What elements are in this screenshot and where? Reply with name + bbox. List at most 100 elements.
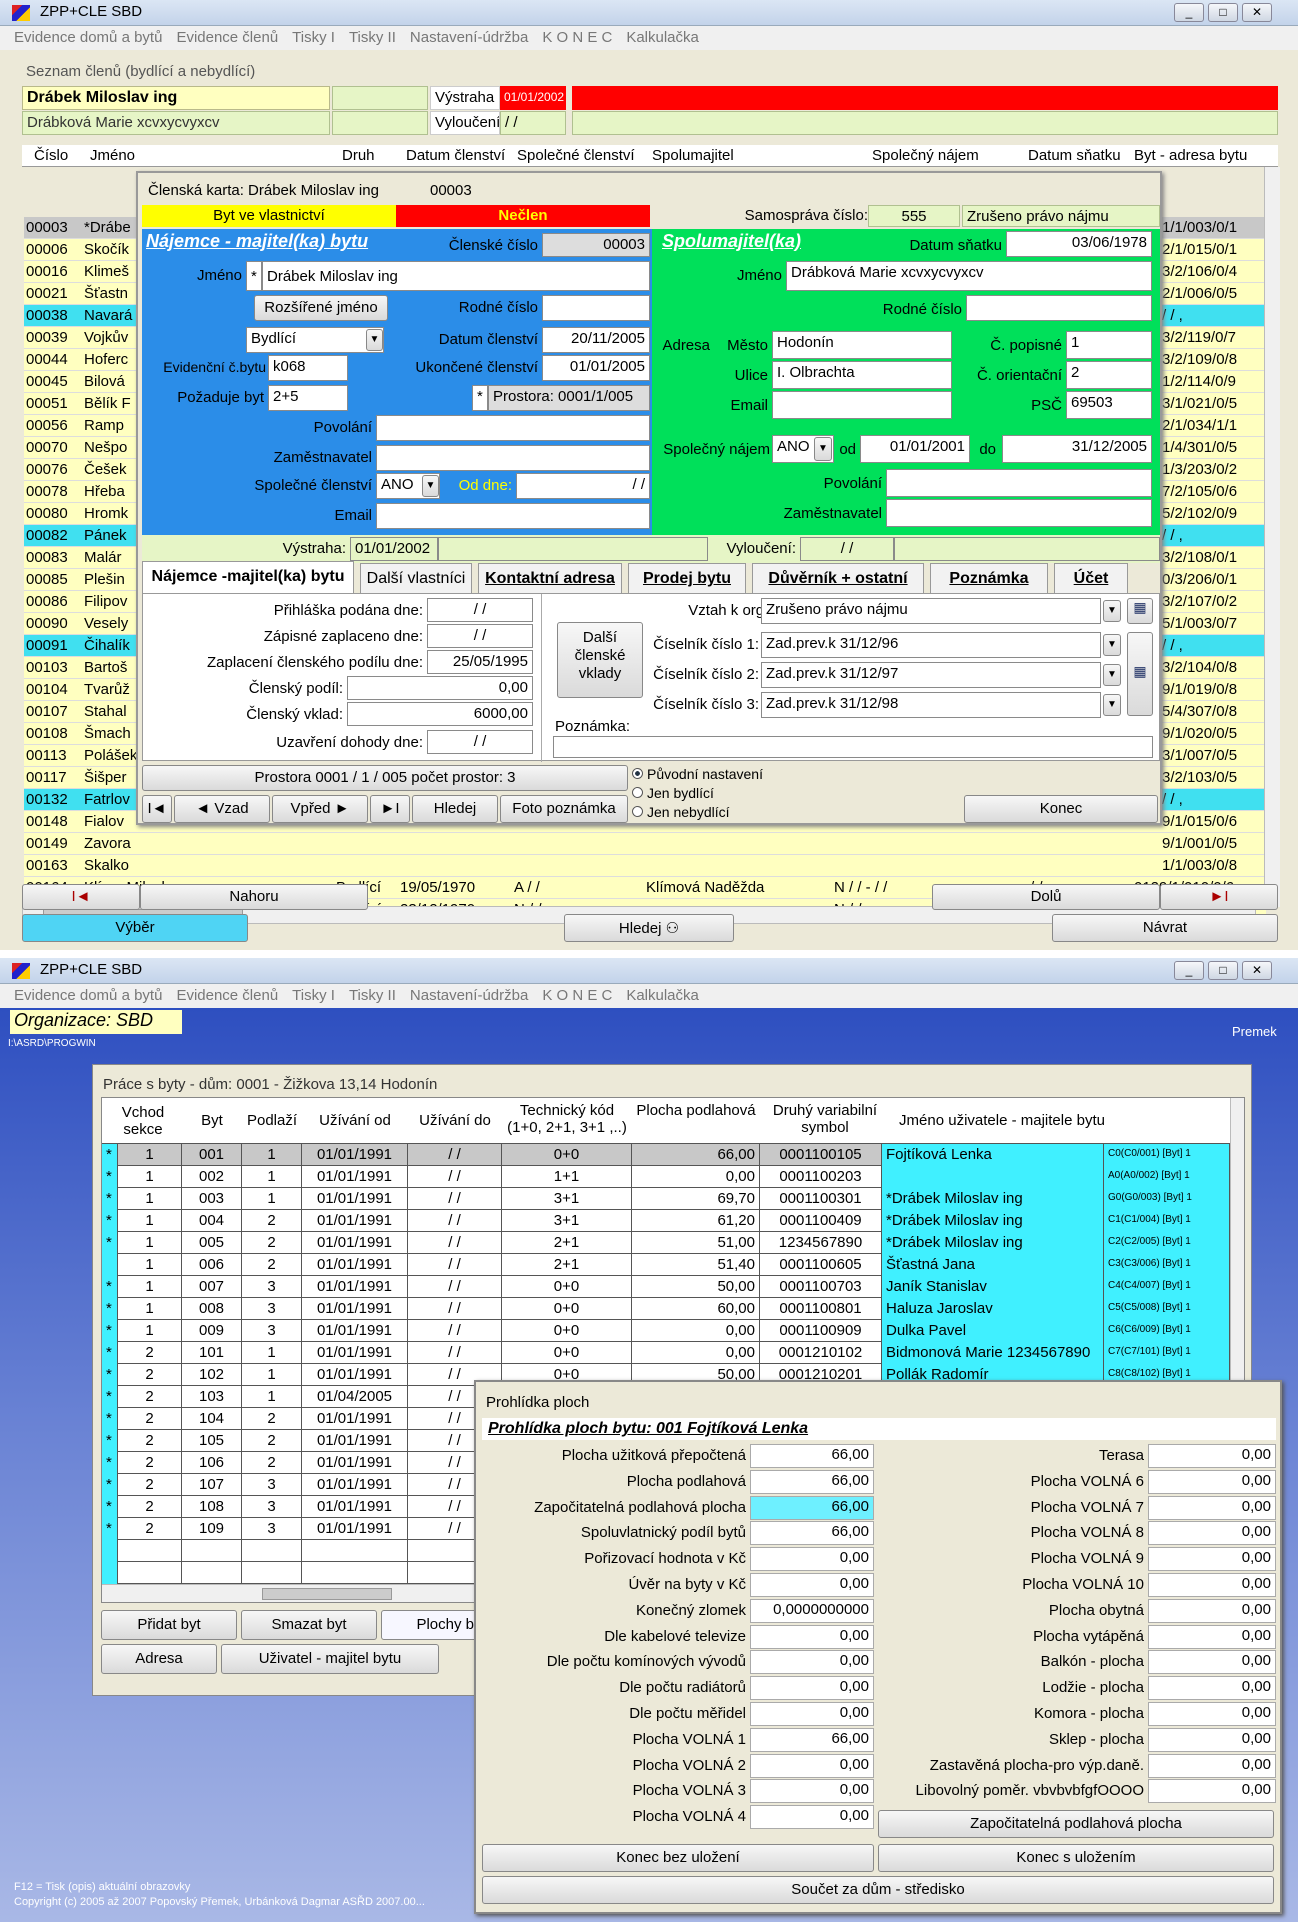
adresa-button[interactable]: Adresa	[101, 1644, 217, 1674]
menu-item[interactable]: K O N E C	[542, 29, 612, 46]
col-plocha[interactable]: Plocha podlahová	[632, 1102, 760, 1119]
radio-puvodni[interactable]: Původní nastavení	[632, 765, 778, 784]
mesto-field[interactable]: Hodonín	[772, 331, 952, 359]
plocha-value[interactable]: 0,00	[1148, 1444, 1276, 1468]
list-row[interactable]: 00163 Skalko 1/1/003/0/8	[24, 855, 1266, 877]
col-kod[interactable]: Technický kód (1+0, 2+1, 3+1 ,..)	[502, 1102, 632, 1136]
first-record-button[interactable]: I◄	[22, 884, 140, 910]
col-jmeno[interactable]: Jméno uživatele - majitele bytu	[882, 1112, 1122, 1129]
close-button[interactable]: ✕	[1242, 3, 1272, 22]
smazat-byt-button[interactable]: Smazat byt	[241, 1610, 377, 1640]
do-field[interactable]: 31/12/2005	[1002, 435, 1152, 463]
byty-row[interactable]: 1 006 2 01/01/1991 / /2+1 51,40 0001100605 Šťa…	[102, 1254, 1230, 1276]
menu-item[interactable]: Tisky II	[349, 29, 396, 46]
menu-item[interactable]: Tisky II	[349, 987, 396, 1004]
plocha-value[interactable]: 66,00	[750, 1521, 874, 1546]
povolani-field[interactable]	[376, 415, 650, 441]
psc-field[interactable]: 69503	[1066, 391, 1152, 419]
plocha-value[interactable]: 0,00	[1148, 1469, 1276, 1494]
tab-ucet[interactable]: Účet	[1054, 563, 1128, 595]
vztah-select[interactable]: Zrušeno právo nájmu	[761, 598, 1101, 624]
tab-duvernik[interactable]: Důvěrník + ostatní	[752, 563, 924, 595]
radio-jen-nebydlici[interactable]: Jen nebydlící	[632, 803, 778, 822]
tab-prodej-bytu[interactable]: Prodej bytu	[628, 563, 746, 595]
zapocitatelna-button[interactable]: Započitatelná podlahová plocha	[878, 1810, 1274, 1838]
plocha-value[interactable]: 0,00	[750, 1573, 874, 1597]
email-field[interactable]	[376, 503, 650, 529]
scroll-thumb[interactable]	[262, 1588, 392, 1600]
r-email-field[interactable]	[772, 391, 952, 419]
calendar-icon[interactable]: ▦	[1127, 632, 1153, 716]
jmeno-field[interactable]: Drábek Miloslav ing	[262, 261, 650, 291]
hledej-button[interactable]: Hledej ⚇	[564, 914, 734, 942]
nahoru-button[interactable]: Nahoru	[140, 884, 368, 910]
chevron-down-icon[interactable]: ▼	[1103, 664, 1121, 686]
tab-poznamka[interactable]: Poznámka	[930, 563, 1048, 595]
vyber-button[interactable]: Výběr	[22, 914, 248, 942]
plocha-value[interactable]: 0,00	[1148, 1495, 1276, 1520]
plocha-value[interactable]: 0,00	[750, 1702, 874, 1726]
chevron-down-icon[interactable]: ▼	[422, 475, 439, 497]
r-zamestnavatel-field[interactable]	[886, 499, 1152, 527]
od-dne-field[interactable]: / /	[516, 473, 650, 499]
plocha-value[interactable]: 0,00	[750, 1805, 874, 1830]
col-header[interactable]: Číslo	[34, 147, 68, 164]
plocha-value[interactable]: 0,0000000000	[750, 1598, 874, 1623]
uzavreni-field[interactable]: / /	[427, 730, 533, 754]
calendar-icon[interactable]: ▦	[1127, 598, 1153, 624]
menu-item[interactable]: Kalkulačka	[626, 29, 699, 46]
close-button[interactable]: ✕	[1242, 961, 1272, 980]
uzivatel-button[interactable]: Uživatel - majitel bytu	[221, 1644, 439, 1674]
konec-s-ulozenim-button[interactable]: Konec s uložením	[878, 1844, 1274, 1872]
plocha-value[interactable]: 66,00	[750, 1727, 874, 1752]
r-rodne-field[interactable]	[966, 295, 1152, 321]
menu-item[interactable]: Tisky I	[292, 987, 335, 1004]
plocha-value[interactable]: 0,00	[1148, 1727, 1276, 1752]
menu-item[interactable]: Evidence členů	[176, 29, 278, 46]
menu-item[interactable]: Nastavení-údržba	[410, 987, 528, 1004]
col-vs[interactable]: Druhý variabilní symbol	[760, 1102, 890, 1136]
prihlaska-field[interactable]: / /	[427, 598, 533, 622]
chevron-down-icon[interactable]: ▼	[1103, 600, 1121, 622]
byty-row[interactable]: * 1 002 1 01/01/1991 / /1+1 0,00 0001100203 A0(…	[102, 1166, 1230, 1188]
clenske-cislo-field[interactable]: 00003	[542, 233, 650, 257]
ulice-field[interactable]: I. Olbrachta	[772, 361, 952, 389]
tab-najemce[interactable]: Nájemce -majitel(ka) bytu	[142, 561, 354, 593]
nav-vzad-button[interactable]: ◄ Vzad	[174, 795, 270, 823]
minimize-button[interactable]: _	[1174, 3, 1204, 22]
popisne-field[interactable]: 1	[1066, 331, 1152, 359]
chevron-down-icon[interactable]: ▼	[1103, 634, 1121, 656]
nav-last-button[interactable]: ►I	[370, 795, 410, 823]
plocha-value[interactable]: 0,00	[1148, 1702, 1276, 1726]
chevron-down-icon[interactable]: ▼	[1103, 694, 1121, 716]
zamestnavatel-field[interactable]	[376, 445, 650, 471]
plocha-value[interactable]: 0,00	[750, 1779, 874, 1804]
menu-item[interactable]: Evidence členů	[176, 987, 278, 1004]
ciselnik2-select[interactable]: Zad.prev.k 31/12/97	[761, 662, 1101, 688]
dalsi-vklady-button[interactable]: Další členské vklady	[557, 622, 643, 698]
plocha-value[interactable]: 0,00	[750, 1650, 874, 1675]
maximize-button[interactable]: □	[1208, 3, 1238, 22]
plocha-value[interactable]: 0,00	[1148, 1676, 1276, 1701]
vertical-scrollbar[interactable]	[1264, 167, 1280, 907]
zapisne-field[interactable]: / /	[427, 624, 533, 648]
byty-row[interactable]: * 1 001 1 01/01/1991 / /0+0 66,00 0001100105 Fo…	[102, 1144, 1230, 1166]
col-podlazi[interactable]: Podlaží	[242, 1112, 302, 1129]
konec-bez-ulozeni-button[interactable]: Konec bez uložení	[482, 1844, 874, 1872]
snatek-field[interactable]: 03/06/1978	[1006, 231, 1152, 257]
menu-item[interactable]: Evidence domů a bytů	[14, 987, 162, 1004]
byty-row[interactable]: * 1 008 3 01/01/1991 / /0+0 60,00 0001100801 Ha…	[102, 1298, 1230, 1320]
menu-item[interactable]: Kalkulačka	[626, 987, 699, 1004]
byty-row[interactable]: * 1 004 2 01/01/1991 / /3+1 61,20 0001100409 *D…	[102, 1210, 1230, 1232]
byty-row[interactable]: * 1 007 3 01/01/1991 / /0+0 50,00 0001100703 Ja…	[102, 1276, 1230, 1298]
card-hledej-button[interactable]: Hledej	[412, 795, 498, 823]
col-header[interactable]: Jméno	[90, 147, 135, 164]
menu-item[interactable]: Nastavení-údržba	[410, 29, 528, 46]
col-uzivani-od[interactable]: Užívání od	[302, 1112, 408, 1129]
navrat-button[interactable]: Návrat	[1052, 914, 1278, 942]
soucet-button[interactable]: Součet za dům - středisko	[482, 1876, 1274, 1904]
evidencni-field[interactable]: k068	[268, 355, 348, 381]
plocha-value[interactable]: 66,00	[750, 1469, 874, 1494]
byty-row[interactable]: * 2 101 1 01/01/1991 / /0+0 0,00 0001210102 Bid…	[102, 1342, 1230, 1364]
byty-row[interactable]: * 1 005 2 01/01/1991 / /2+1 51,00 1234567890 *D…	[102, 1232, 1230, 1254]
